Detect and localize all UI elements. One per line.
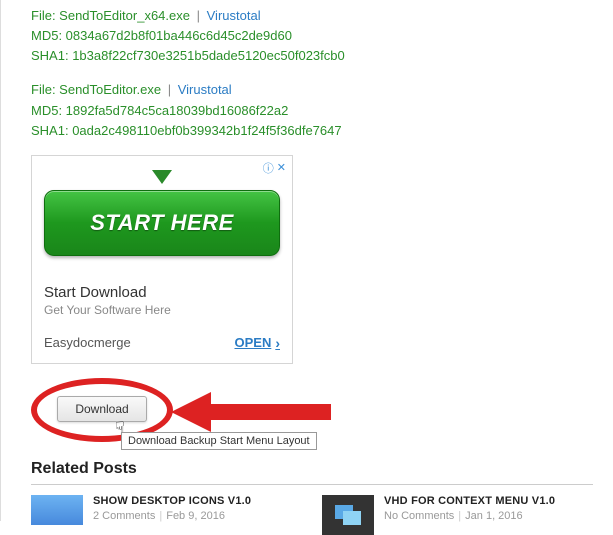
ad-subtitle: Get Your Software Here — [44, 303, 280, 317]
ad-title: Start Download — [44, 284, 280, 301]
post-thumbnail — [31, 495, 83, 535]
related-posts-section: Related Posts SHOW DESKTOP ICONS V1.0 2 … — [31, 460, 613, 535]
virustotal-link[interactable]: Virustotal — [207, 8, 261, 23]
sha1-value: 0ada2c498110ebf0b399342b1f24f5f36dfe7647 — [72, 123, 341, 138]
sha1-prefix: SHA1: — [31, 48, 72, 63]
related-heading: Related Posts — [31, 460, 593, 485]
download-button[interactable]: Download — [57, 396, 147, 422]
post-meta: No Comments|Jan 1, 2016 — [384, 510, 555, 522]
related-post-item[interactable]: SHOW DESKTOP ICONS V1.0 2 Comments|Feb 9… — [31, 495, 302, 535]
separator: | — [197, 8, 200, 23]
virustotal-link[interactable]: Virustotal — [178, 82, 232, 97]
ad-triangle-icon — [152, 170, 172, 184]
ad-info-icon[interactable]: ⓘ — [263, 160, 274, 176]
post-title: SHOW DESKTOP ICONS V1.0 — [93, 495, 251, 507]
filename: SendToEditor_x64.exe — [59, 8, 190, 23]
sha1-prefix: SHA1: — [31, 123, 72, 138]
ad-close-icon[interactable]: ✕ — [277, 161, 286, 174]
download-area: Download ☟ Download Backup Start Menu La… — [31, 378, 613, 454]
ad-open-label: OPEN — [234, 335, 271, 350]
post-thumbnail — [322, 495, 374, 535]
ad-brand: Easydocmerge — [44, 335, 131, 350]
file-hash-block: File: SendToEditor_x64.exe | Virustotal … — [31, 6, 613, 66]
post-title: VHD FOR CONTEXT MENU V1.0 — [384, 495, 555, 507]
related-post-item[interactable]: VHD FOR CONTEXT MENU V1.0 No Comments|Ja… — [322, 495, 593, 535]
post-meta: 2 Comments|Feb 9, 2016 — [93, 510, 251, 522]
separator: | — [168, 82, 171, 97]
chevron-right-icon: › — [275, 335, 280, 351]
md5-value: 1892fa5d784c5ca18039bd16086f22a2 — [66, 103, 289, 118]
md5-prefix: MD5: — [31, 103, 66, 118]
md5-prefix: MD5: — [31, 28, 66, 43]
file-prefix: File: — [31, 82, 59, 97]
ad-open-link[interactable]: OPEN › — [234, 335, 280, 351]
ad-container: ⓘ ✕ START HERE Start Download Get Your S… — [31, 155, 293, 364]
download-tooltip: Download Backup Start Menu Layout — [121, 432, 317, 450]
sha1-value: 1b3a8f22cf730e3251b5dade5120ec50f023fcb0 — [72, 48, 345, 63]
file-hash-block: File: SendToEditor.exe | Virustotal MD5:… — [31, 80, 613, 140]
md5-value: 0834a67d2b8f01ba446c6d45c2de9d60 — [66, 28, 292, 43]
file-prefix: File: — [31, 8, 59, 23]
filename: SendToEditor.exe — [59, 82, 161, 97]
start-here-button[interactable]: START HERE — [44, 190, 280, 256]
